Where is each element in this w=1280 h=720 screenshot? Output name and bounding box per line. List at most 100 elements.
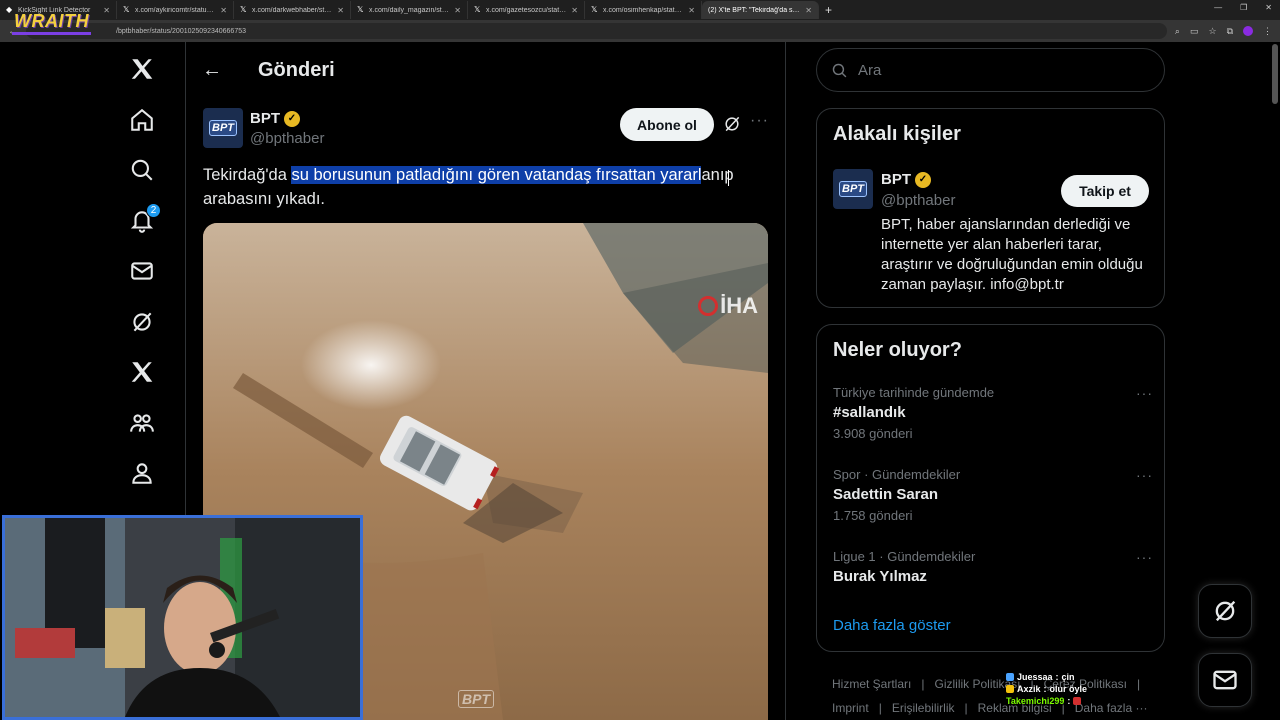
show-more-link[interactable]: Daha fazla göster bbox=[833, 617, 951, 634]
zoom-icon[interactable]: ⌕ bbox=[1175, 26, 1180, 37]
search-input[interactable] bbox=[858, 61, 1138, 79]
bookmark-star-icon[interactable]: ☆ bbox=[1208, 26, 1216, 37]
trend-name: Burak Yılmaz bbox=[833, 568, 927, 585]
x-favicon-icon: 𝕏 bbox=[123, 5, 130, 14]
trend-item[interactable]: Türkiye tarihinde gündemde #sallandık 3.… bbox=[833, 385, 1153, 441]
home-icon[interactable] bbox=[117, 95, 167, 145]
messages-floating-button[interactable] bbox=[1198, 653, 1252, 707]
stream-chat-overlay: Juessaa: çin Axzik: olur öyle Takemichi299… bbox=[1006, 671, 1087, 707]
notification-badge: 2 bbox=[146, 202, 161, 218]
back-arrow-icon[interactable]: ← bbox=[202, 59, 222, 82]
x-favicon-icon: 𝕏 bbox=[357, 5, 364, 14]
author-handle[interactable]: @bpthaber bbox=[250, 130, 324, 147]
trend-name: #sallandık bbox=[833, 404, 906, 421]
browser-tab[interactable]: 𝕏x.com/osimhenkap/status/200... ✕ bbox=[585, 1, 702, 19]
tweet-text: Tekirdağ'da su borusunun patladığını gör… bbox=[203, 163, 773, 211]
tab-close-icon[interactable]: ✕ bbox=[454, 6, 461, 15]
trend-item[interactable]: Ligue 1 · Gündemdekiler Burak Yılmaz ··· bbox=[833, 549, 1153, 585]
url-field[interactable]: /bptbhaber/status/2001025092340666753 bbox=[26, 23, 1167, 39]
chat-text: olur öyle bbox=[1049, 684, 1088, 694]
restore-icon[interactable]: ❐ bbox=[1240, 3, 1247, 12]
trend-context: Ligue 1 · Gündemdekiler bbox=[833, 549, 976, 564]
profile-icon[interactable] bbox=[117, 448, 167, 498]
extensions-icon[interactable]: ⧉ bbox=[1227, 26, 1233, 37]
trend-more-icon[interactable]: ··· bbox=[1136, 385, 1153, 401]
more-options-icon[interactable]: ··· bbox=[750, 112, 769, 130]
chat-message: Takemichi299: bbox=[1006, 695, 1087, 707]
communities-icon[interactable] bbox=[117, 398, 167, 448]
footer-link[interactable]: Hizmet Şartları bbox=[832, 677, 911, 691]
selected-text: su borusunun patladığını gören vatandaş … bbox=[291, 166, 702, 184]
tab-close-icon[interactable]: ✕ bbox=[220, 6, 227, 15]
tab-title: x.com/daily_magazin/status/20... bbox=[369, 6, 450, 14]
column-divider bbox=[785, 42, 786, 720]
minimize-icon[interactable]: — bbox=[1214, 3, 1222, 12]
grok-icon[interactable] bbox=[117, 297, 167, 347]
tab-close-icon[interactable]: ✕ bbox=[103, 6, 110, 15]
trend-more-icon[interactable]: ··· bbox=[1136, 467, 1153, 483]
trend-item[interactable]: Spor · Gündemdekiler Sadettin Saran 1.75… bbox=[833, 467, 1153, 523]
chat-emote-icon bbox=[1073, 697, 1082, 705]
chat-user: Juessaa bbox=[1017, 672, 1053, 682]
x-logo-icon[interactable] bbox=[117, 44, 167, 94]
page-scrollbar[interactable] bbox=[1272, 44, 1278, 104]
browser-tab[interactable]: 𝕏x.com/gazetesozcu/status/200... ✕ bbox=[468, 1, 585, 19]
verified-badge-icon: ✓ bbox=[915, 171, 931, 188]
post-header: ← Gönderi bbox=[186, 44, 785, 96]
search-icon[interactable] bbox=[117, 145, 167, 195]
footer-links: Hizmet Şartları | Gizlilik Politikası | Çere… bbox=[832, 672, 1162, 720]
browser-tab[interactable]: 𝕏x.com/aykiricomtr/status/2001... ✕ bbox=[117, 1, 234, 19]
tweet-text-part: Tekirdağ'da bbox=[203, 166, 292, 184]
premium-x-icon[interactable] bbox=[117, 347, 167, 397]
chat-message: Juessaa: çin bbox=[1006, 671, 1087, 683]
footer-link[interactable]: Imprint bbox=[832, 701, 869, 715]
tab-close-icon[interactable]: ✕ bbox=[571, 6, 578, 15]
related-handle[interactable]: @bpthaber bbox=[881, 192, 955, 209]
trend-more-icon[interactable]: ··· bbox=[1136, 549, 1153, 565]
iha-logo-icon bbox=[698, 296, 719, 316]
browser-tab-active[interactable]: (2) X'te BPT: "Tekirdağ'da su bo... ✕ bbox=[702, 1, 819, 19]
cast-icon[interactable]: ▭ bbox=[1190, 26, 1199, 37]
tab-close-icon[interactable]: ✕ bbox=[688, 6, 695, 15]
chat-user: Takemichi299 bbox=[1006, 696, 1065, 706]
notifications-bell-icon[interactable]: 2 bbox=[117, 196, 167, 246]
trend-count: 1.758 gönderi bbox=[833, 508, 913, 523]
trends-title: Neler oluyor? bbox=[833, 339, 962, 361]
chat-text: çin bbox=[1061, 672, 1075, 682]
messages-envelope-icon[interactable] bbox=[117, 246, 167, 296]
browser-tab-bar: ◆ KickSight Link Detector ✕ 𝕏x.com/aykiric… bbox=[0, 0, 1280, 20]
footer-separator: | bbox=[1137, 677, 1141, 691]
tab-title: x.com/aykiricomtr/status/2001... bbox=[135, 6, 216, 14]
grok-floating-button[interactable] bbox=[1198, 584, 1252, 638]
subscribe-button[interactable]: Abone ol bbox=[620, 108, 714, 141]
browser-menu-icon[interactable]: ⋮ bbox=[1263, 26, 1272, 37]
browser-tab[interactable]: 𝕏x.com/daily_magazin/status/20... ✕ bbox=[351, 1, 468, 19]
text-cursor-icon bbox=[728, 170, 730, 186]
tab-close-icon[interactable]: ✕ bbox=[805, 6, 812, 15]
tab-close-icon[interactable]: ✕ bbox=[337, 6, 344, 15]
tab-title: x.com/darkwebhaber/status/20... bbox=[252, 6, 333, 14]
footer-separator: | bbox=[878, 701, 882, 715]
profile-avatar[interactable] bbox=[1243, 25, 1253, 36]
x-favicon-icon: 𝕏 bbox=[474, 5, 481, 14]
search-box[interactable] bbox=[816, 48, 1165, 92]
browser-tab[interactable]: 𝕏x.com/darkwebhaber/status/20... ✕ bbox=[234, 1, 351, 19]
author-name-text: BPT bbox=[250, 110, 280, 127]
avatar-logo-text: BPT bbox=[209, 120, 237, 136]
footer-line: Imprint | Erişilebilirlik | Reklam bilgisi | D… bbox=[832, 696, 1162, 720]
watermark-text: İHA bbox=[720, 293, 758, 318]
related-title: Alakalı kişiler bbox=[833, 123, 961, 145]
trend-context: Türkiye tarihinde gündemde bbox=[833, 385, 995, 400]
related-avatar[interactable]: BPT bbox=[833, 169, 873, 209]
follow-button[interactable]: Takip et bbox=[1061, 175, 1149, 207]
related-name[interactable]: BPT ✓ bbox=[881, 171, 931, 188]
close-window-icon[interactable]: ✕ bbox=[1265, 3, 1272, 12]
tab-title: x.com/gazetesozcu/status/200... bbox=[486, 6, 567, 14]
new-tab-icon[interactable]: + bbox=[825, 3, 832, 17]
footer-link[interactable]: Erişilebilirlik bbox=[892, 701, 955, 715]
author-name[interactable]: BPT ✓ bbox=[250, 110, 300, 127]
trend-name: Sadettin Saran bbox=[833, 486, 939, 503]
author-avatar[interactable]: BPT bbox=[203, 108, 243, 148]
address-bar: ← /bptbhaber/status/2001025092340666753 … bbox=[0, 20, 1280, 42]
grok-icon[interactable] bbox=[722, 114, 742, 134]
